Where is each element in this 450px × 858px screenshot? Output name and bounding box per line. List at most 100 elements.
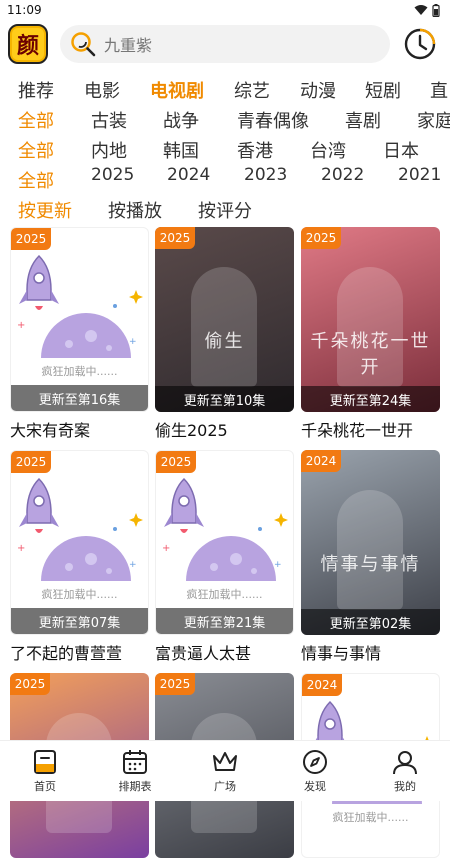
nav-discover-label: 发现	[304, 780, 326, 793]
genre-family[interactable]: 家庭	[417, 107, 450, 133]
search-placeholder: 九重紫	[104, 36, 153, 55]
episode-status: 更新至第16集	[11, 385, 148, 411]
rocket-loading-illustration: ++	[162, 477, 288, 581]
nav-discover[interactable]: 发现	[280, 748, 350, 794]
loading-text: 疯狂加载中......	[186, 588, 263, 601]
region-hongkong[interactable]: 香港	[237, 137, 273, 163]
sort-by-rating[interactable]: 按评分	[198, 197, 252, 223]
search-bar[interactable]: 九重紫	[60, 25, 390, 63]
tab-movie[interactable]: 电影	[84, 77, 120, 103]
app-logo[interactable]: 颜	[8, 24, 48, 64]
video-title[interactable]: 情事与事情	[301, 640, 440, 664]
tab-anime[interactable]: 动漫	[300, 77, 336, 103]
user-icon	[393, 751, 417, 775]
poster-image[interactable]: + + 疯狂加载中...... 2025 更新至第16集	[10, 227, 149, 412]
episode-status: 更新至第10集	[155, 386, 294, 412]
video-card[interactable]: + + 疯狂加载中...... 2025 更新至第16集 大宋有奇案	[10, 227, 149, 441]
genre-all[interactable]: 全部	[18, 107, 54, 133]
sort-filter: 按更新 按播放 按评分	[0, 197, 450, 223]
region-mainland[interactable]: 内地	[91, 137, 127, 163]
nav-home-label: 首页	[34, 780, 56, 793]
tab-variety[interactable]: 综艺	[234, 77, 270, 103]
nav-schedule[interactable]: 排期表	[100, 748, 170, 794]
loading-text: 疯狂加载中......	[41, 588, 118, 601]
poster-image[interactable]: 情事与事情 2024 更新至第02集	[301, 450, 440, 635]
sort-by-update[interactable]: 按更新	[18, 197, 72, 223]
tab-live[interactable]: 直	[430, 77, 448, 103]
poster-image[interactable]: 偷生 2025 更新至第10集	[155, 227, 294, 412]
episode-status: 更新至第24集	[301, 386, 440, 412]
svg-text:+: +	[17, 543, 25, 554]
poster-image[interactable]: 千朵桃花一世开 2025 更新至第24集	[301, 227, 440, 412]
year-badge: 2024	[302, 674, 342, 696]
video-card[interactable]: + + 疯狂加载中...... 2025 更新至第21集 富贵逼人太甚	[155, 450, 294, 664]
sort-by-play[interactable]: 按播放	[108, 197, 162, 223]
genre-filter: 全部 古装 战争 青春偶像 喜剧 家庭	[0, 107, 450, 133]
video-card[interactable]: + + 疯狂加载中...... 2025 更新至第07集 了不起的曹萱萱	[10, 450, 149, 664]
rocket-loading-illustration: ++	[17, 254, 143, 358]
year-filter: 全部 2025 2024 2023 2022 2021	[0, 165, 450, 191]
bottom-nav: 首页 排期表 广场 发现 我的	[0, 740, 450, 801]
poster-title-art: 偷生	[204, 331, 245, 352]
loading-text: 疯狂加载中......	[41, 365, 118, 378]
svg-text:+: +	[17, 320, 25, 331]
clock-icon	[404, 28, 436, 60]
region-filter: 全部 内地 韩国 香港 台湾 日本	[0, 137, 450, 163]
year-badge: 2025	[10, 673, 50, 695]
year-badge: 2025	[155, 673, 195, 695]
video-title[interactable]: 千朵桃花一世开	[301, 417, 440, 441]
crown-icon	[213, 752, 237, 771]
region-japan[interactable]: 日本	[383, 137, 419, 163]
year-badge: 2025	[11, 228, 51, 250]
genre-costume[interactable]: 古装	[91, 107, 127, 133]
tab-tv-series[interactable]: 电视剧	[150, 77, 204, 103]
status-icons	[414, 3, 440, 17]
history-button[interactable]	[402, 26, 438, 62]
video-title[interactable]: 偷生2025	[155, 417, 294, 441]
year-badge: 2025	[155, 227, 195, 249]
year-2023[interactable]: 2023	[244, 165, 287, 185]
nav-plaza[interactable]: 广场	[190, 748, 260, 794]
episode-status: 更新至第21集	[156, 608, 293, 634]
poster-image[interactable]: + + 疯狂加载中...... 2025 更新至第07集	[10, 450, 149, 635]
region-all[interactable]: 全部	[18, 137, 54, 163]
region-taiwan[interactable]: 台湾	[310, 137, 346, 163]
year-2024[interactable]: 2024	[167, 165, 210, 185]
year-badge: 2024	[301, 450, 341, 472]
search-icon	[71, 32, 96, 57]
video-card[interactable]: 偷生 2025 更新至第10集 偷生2025	[155, 227, 294, 441]
poster-title-art: 情事与事情	[320, 554, 421, 575]
battery-icon	[432, 3, 440, 17]
video-card[interactable]: 千朵桃花一世开 2025 更新至第24集 千朵桃花一世开	[301, 227, 440, 441]
tab-recommend[interactable]: 推荐	[18, 77, 54, 103]
year-badge: 2025	[301, 227, 341, 249]
wifi-icon	[414, 5, 428, 15]
year-2025[interactable]: 2025	[91, 165, 134, 185]
region-korea[interactable]: 韩国	[163, 137, 199, 163]
svg-text:+: +	[129, 337, 137, 347]
year-all[interactable]: 全部	[18, 167, 54, 191]
video-title[interactable]: 富贵逼人太甚	[155, 640, 294, 664]
rocket-loading-illustration: ++	[17, 477, 143, 581]
episode-status: 更新至第02集	[301, 609, 440, 635]
year-2022[interactable]: 2022	[321, 165, 364, 185]
tab-short-drama[interactable]: 短剧	[365, 77, 401, 103]
nav-profile-label: 我的	[394, 780, 416, 793]
genre-youth-idol[interactable]: 青春偶像	[237, 107, 309, 133]
header: 颜 九重紫	[0, 20, 450, 68]
nav-profile[interactable]: 我的	[370, 748, 440, 794]
genre-war[interactable]: 战争	[163, 107, 199, 133]
compass-icon	[303, 750, 327, 774]
poster-image[interactable]: + + 疯狂加载中...... 2025 更新至第21集	[155, 450, 294, 635]
video-card[interactable]: 情事与事情 2024 更新至第02集 情事与事情	[301, 450, 440, 664]
nav-plaza-label: 广场	[214, 780, 236, 793]
episode-status: 更新至第07集	[11, 608, 148, 634]
calendar-icon	[123, 750, 147, 774]
nav-home[interactable]: 首页	[10, 748, 80, 794]
video-title[interactable]: 了不起的曹萱萱	[10, 640, 149, 664]
genre-comedy[interactable]: 喜剧	[345, 107, 381, 133]
nav-schedule-label: 排期表	[118, 780, 152, 793]
video-title[interactable]: 大宋有奇案	[10, 417, 149, 441]
year-2021[interactable]: 2021	[398, 165, 441, 185]
svg-text:+: +	[162, 543, 170, 554]
